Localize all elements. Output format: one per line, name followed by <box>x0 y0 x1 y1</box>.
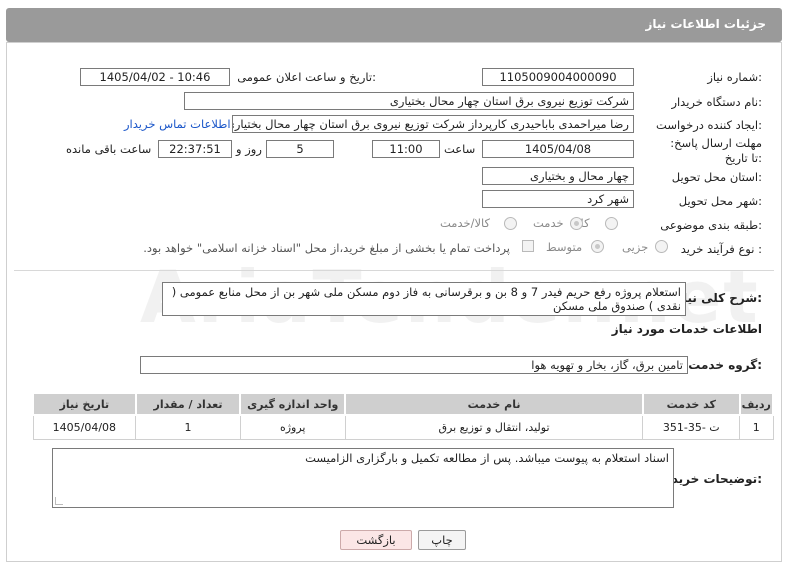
deadline-date-field: 1405/04/08 <box>482 140 634 158</box>
page-title: جزئیات اطلاعات نیاز <box>645 17 766 31</box>
remaining-time-field: 22:37:51 <box>158 140 232 158</box>
remaining-time-label: ساعت باقی مانده <box>66 142 152 156</box>
days-field: 5 <box>266 140 334 158</box>
days-label: روز و <box>236 142 262 156</box>
services-heading: اطلاعات خدمات مورد نیاز <box>611 322 762 336</box>
city-field: شهر کرد <box>482 190 634 208</box>
buyer-contact-link[interactable]: اطلاعات تماس خریدار <box>124 117 231 131</box>
announce-datetime-field: 1405/04/02 - 10:46 <box>80 68 230 86</box>
purchase-medium-radio[interactable] <box>591 240 604 253</box>
buyer-notes-text: اسناد استعلام به پیوست میباشد. پس از مطا… <box>305 451 669 465</box>
category-label: طبقه بندی موضوعی: <box>660 218 762 232</box>
service-group-field: تامین برق، گاز، بخار و تهویه هوا <box>140 356 688 374</box>
announce-datetime-label: تاریخ و ساعت اعلان عمومی: <box>237 70 376 84</box>
purchase-medium-label: متوسط <box>546 240 583 254</box>
summary-field: استعلام پروژه رفع حریم فیدر 7 و 8 بن و ب… <box>162 282 686 316</box>
buyer-notes-field: اسناد استعلام به پیوست میباشد. پس از مطا… <box>52 448 674 508</box>
resize-grip-icon[interactable] <box>55 497 63 505</box>
col-service-name: نام خدمت <box>344 392 644 416</box>
deadline-label: مهلت ارسال پاسخ: تا تاریخ: <box>670 136 762 165</box>
cell-need-date: 1405/04/08 <box>32 414 137 440</box>
print-button[interactable]: چاپ <box>418 530 466 550</box>
col-service-code: کد خدمت <box>641 392 741 416</box>
cell-unit: پروژه <box>239 414 346 440</box>
services-table-header: ردیف کد خدمت نام خدمت واحد اندازه گیری ت… <box>32 392 775 416</box>
city-label: شهر محل تحویل: <box>678 194 762 208</box>
purchase-partial-radio[interactable] <box>655 240 668 253</box>
category-service-label: خدمت <box>533 216 564 230</box>
back-button[interactable]: بازگشت <box>340 530 412 550</box>
treasury-payment-checkbox[interactable] <box>522 240 534 252</box>
col-row: ردیف <box>738 392 775 416</box>
divider <box>14 270 774 271</box>
col-quantity: تعداد / مقدار <box>134 392 242 416</box>
category-goods-service-radio[interactable] <box>504 217 517 230</box>
cell-row: 1 <box>739 414 774 440</box>
deadline-time-label: ساعت <box>444 142 476 156</box>
col-need-date: تاریخ نیاز <box>32 392 137 416</box>
purchase-type-label: نوع فرآیند خرید : <box>680 242 762 256</box>
category-goods-service-label: کالا/خدمت <box>440 216 491 230</box>
table-row: 1 ت -35-351 تولید، انتقال و توزیع برق پر… <box>32 414 774 440</box>
buyer-org-label: نام دستگاه خریدار: <box>671 95 762 109</box>
need-number-field: 1105009004000090 <box>482 68 634 86</box>
purchase-partial-label: جزیی <box>622 240 649 254</box>
cell-service-code: ت -35-351 <box>642 414 741 440</box>
requester-field: رضا میراحمدی باباحیدری کارپرداز شرکت توز… <box>232 115 634 133</box>
deadline-time-field: 11:00 <box>372 140 440 158</box>
buyer-org-field: شرکت توزیع نیروی برق استان چهار محال بخت… <box>184 92 634 110</box>
requester-label: ایجاد کننده درخواست: <box>656 118 762 132</box>
buyer-notes-label: توضیحات خریدار: <box>660 472 762 486</box>
province-field: چهار محال و بختیاری <box>482 167 634 185</box>
province-label: استان محل تحویل: <box>671 170 762 184</box>
need-number-label: شماره نیاز: <box>707 70 762 84</box>
treasury-payment-note: پرداخت تمام یا بخشی از مبلغ خرید،از محل … <box>143 241 510 255</box>
services-table: ردیف کد خدمت نام خدمت واحد اندازه گیری ت… <box>32 392 775 440</box>
cell-quantity: 1 <box>135 414 241 440</box>
title-bar: جزئیات اطلاعات نیاز <box>6 8 782 42</box>
cell-service-name: تولید، انتقال و توزیع برق <box>344 414 644 440</box>
col-unit: واحد اندازه گیری <box>239 392 347 416</box>
summary-label: شرح کلی نیاز: <box>676 291 762 305</box>
service-group-label: گروه خدمت: <box>688 358 762 372</box>
category-service-radio[interactable] <box>570 217 583 230</box>
category-goods-radio[interactable] <box>605 217 618 230</box>
